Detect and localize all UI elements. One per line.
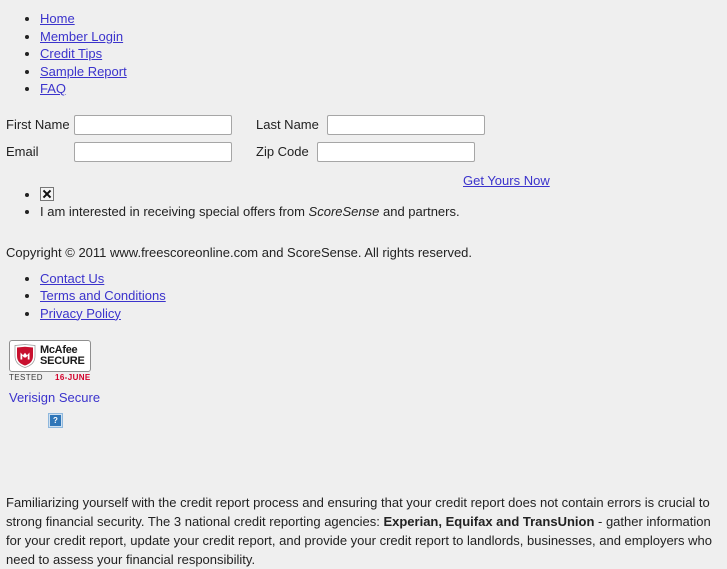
nav-list-item: Credit Tips xyxy=(40,45,727,63)
nav-item-home[interactable]: Home xyxy=(40,11,75,26)
mcafee-secure-badge[interactable]: McAfee SECURE xyxy=(9,340,91,372)
nav-list-item: Sample Report xyxy=(40,63,727,81)
nav-item-credit-tips[interactable]: Credit Tips xyxy=(40,46,102,61)
nav-item-member-login[interactable]: Member Login xyxy=(40,29,123,44)
verisign-broken-image-icon[interactable]: ? xyxy=(48,413,63,428)
footer-item-terms-and-conditions[interactable]: Terms and Conditions xyxy=(40,288,166,303)
email-label: Email xyxy=(6,144,39,159)
footer-nav-list: Contact Us Terms and Conditions Privacy … xyxy=(0,270,727,323)
nav-list-item: Home xyxy=(40,10,727,28)
zip-code-input[interactable] xyxy=(316,141,475,162)
tested-date: 16-JUNE xyxy=(54,373,91,382)
trust-badges: McAfee SECURE TESTED 16-JUNE Verisign Se… xyxy=(0,340,727,428)
footer-item-privacy-policy[interactable]: Privacy Policy xyxy=(40,306,121,321)
offers-text-after: and partners. xyxy=(379,204,460,219)
signup-form: First Name Last Name Email Zip Code Get … xyxy=(0,112,727,188)
email-input[interactable] xyxy=(74,141,232,162)
nav-item-faq[interactable]: FAQ xyxy=(40,81,66,96)
get-yours-now-button[interactable]: Get Yours Now xyxy=(463,173,550,188)
footer-list-item: Contact Us xyxy=(40,270,727,288)
nav-list-item: FAQ xyxy=(40,80,727,98)
offers-checkbox-item xyxy=(40,186,727,204)
form-row-email-zip: Email Zip Code xyxy=(6,139,727,165)
copyright-text: Copyright © 2011 www.freescoreonline.com… xyxy=(6,244,473,260)
brand-name-scoresense: ScoreSense xyxy=(308,204,380,219)
credit-agencies-bold: Experian, Equifax and TransUnion xyxy=(383,514,595,529)
mcafee-wordmark: McAfee SECURE xyxy=(40,345,85,367)
zip-code-label: Zip Code xyxy=(256,144,309,159)
footer-list-item: Terms and Conditions xyxy=(40,287,727,305)
form-row-names: First Name Last Name xyxy=(6,112,727,138)
offers-list: I am interested in receiving special off… xyxy=(0,186,727,221)
broken-image-glyph: ? xyxy=(50,415,61,426)
mcafee-shield-icon xyxy=(14,344,36,368)
offers-text-before: I am interested in receiving special off… xyxy=(40,204,309,219)
last-name-label: Last Name xyxy=(256,117,319,132)
offers-text-item: I am interested in receiving special off… xyxy=(40,203,727,221)
tested-label: TESTED xyxy=(9,373,43,382)
footer-list-item: Privacy Policy xyxy=(40,305,727,323)
first-name-label: First Name xyxy=(6,117,70,132)
nav-item-sample-report[interactable]: Sample Report xyxy=(40,64,127,79)
mcafee-bottom-text: SECURE xyxy=(40,355,85,367)
footer-item-contact-us[interactable]: Contact Us xyxy=(40,271,104,286)
primary-nav-list: Home Member Login Credit Tips Sample Rep… xyxy=(0,10,727,98)
informational-paragraph: Familiarizing yourself with the credit r… xyxy=(0,493,727,569)
broken-image-icon[interactable] xyxy=(40,186,54,201)
mcafee-tested-row: TESTED 16-JUNE xyxy=(9,373,105,382)
nav-list-item: Member Login xyxy=(40,28,727,46)
verisign-secure-link[interactable]: Verisign Secure xyxy=(9,390,100,405)
first-name-input[interactable] xyxy=(74,114,232,135)
last-name-input[interactable] xyxy=(326,114,485,135)
